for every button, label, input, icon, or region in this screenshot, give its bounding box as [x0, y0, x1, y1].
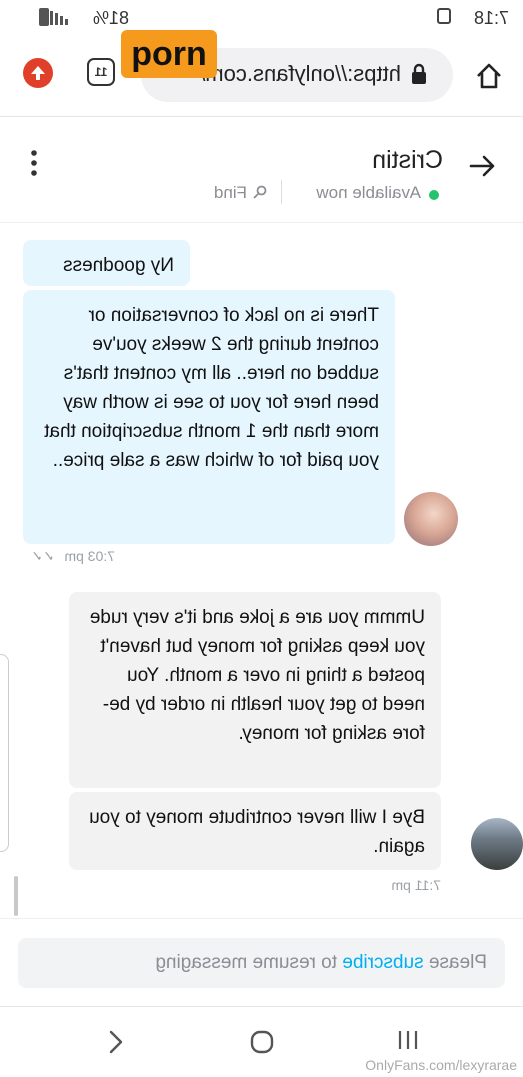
contact-name[interactable]: Cristin [372, 146, 443, 175]
find-button[interactable]: Find [214, 183, 247, 203]
contact-status: Available now [316, 183, 421, 202]
battery-icon [39, 8, 49, 26]
recent-apps-button[interactable] [393, 1025, 423, 1055]
message-time: 7:11 pm [391, 877, 441, 893]
prompt-text: Please [423, 952, 487, 973]
home-nav-button[interactable] [247, 1027, 277, 1057]
outgoing-message: Ummm you are a joke and it's very rude y… [69, 592, 441, 788]
double-check-icon: ✓✓ [31, 548, 55, 564]
arrow-left-icon [469, 155, 495, 177]
search-icon[interactable] [253, 185, 267, 199]
status-bar: 7:18 81% [0, 0, 523, 34]
more-options-button[interactable] [29, 148, 39, 178]
back-nav-button[interactable] [101, 1027, 131, 1057]
scrollbar[interactable] [14, 876, 18, 916]
incoming-message: There is no lack of conversation or cont… [23, 290, 395, 544]
contact-avatar[interactable] [404, 492, 458, 546]
tab-count: 11 [94, 65, 108, 79]
message-text: Bye I will never contribute money to you… [89, 807, 425, 857]
lock-icon [411, 63, 427, 85]
message-time: 7:03 pm [64, 548, 115, 564]
screenshot-icon [437, 8, 451, 24]
incoming-message: Ny goodness [23, 240, 190, 286]
url-text: https://onlyfans.com/ [199, 61, 401, 86]
subscribe-prompt: Please subscribe to resume messaging [155, 952, 487, 974]
home-icon [477, 63, 501, 89]
logo-text: porn [131, 34, 207, 73]
edge-panel-handle[interactable] [0, 654, 9, 852]
back-button[interactable] [465, 148, 501, 184]
update-button[interactable] [23, 58, 53, 88]
phone-screen: 7:18 81% https://onlyfans.com/ 11 Cristi… [0, 0, 523, 1077]
battery-level: 81% [92, 8, 129, 28]
home-circle-icon [250, 1030, 274, 1054]
site-logo: porn [121, 30, 217, 78]
incoming-message-meta: 7:03 pm ✓✓ [31, 548, 115, 565]
browser-toolbar: https://onlyfans.com/ 11 [0, 34, 523, 117]
status-time: 7:18 [473, 8, 509, 28]
message-composer[interactable]: Please subscribe to resume messaging [18, 938, 505, 988]
user-avatar[interactable] [471, 818, 523, 870]
header-divider [281, 180, 282, 204]
message-text: There is no lack of conversation or cont… [44, 305, 379, 471]
recents-icon [398, 1031, 418, 1049]
outgoing-message: Bye I will never contribute money to you… [69, 792, 441, 870]
watermark-text: OnlyFans.com/lexyrarae [365, 1057, 517, 1073]
message-text: Ummm you are a joke and it's very rude y… [89, 607, 425, 744]
chevron-left-icon [109, 1030, 123, 1054]
arrow-up-icon [31, 66, 45, 80]
home-button[interactable] [469, 56, 509, 96]
kebab-menu-icon [31, 150, 37, 176]
outgoing-message-meta: 7:11 pm [391, 877, 441, 893]
prompt-text: to resume messaging [155, 952, 343, 973]
chat-header: Cristin Available now Find [0, 118, 523, 223]
watermark: OnlyFans.com/lexyrarae [365, 1057, 517, 1073]
subscribe-link[interactable]: subscribe [342, 952, 423, 973]
composer-divider [0, 918, 523, 919]
tab-switcher-button[interactable]: 11 [87, 58, 115, 86]
message-text: Ny goodness [63, 255, 174, 276]
online-indicator [429, 190, 439, 200]
